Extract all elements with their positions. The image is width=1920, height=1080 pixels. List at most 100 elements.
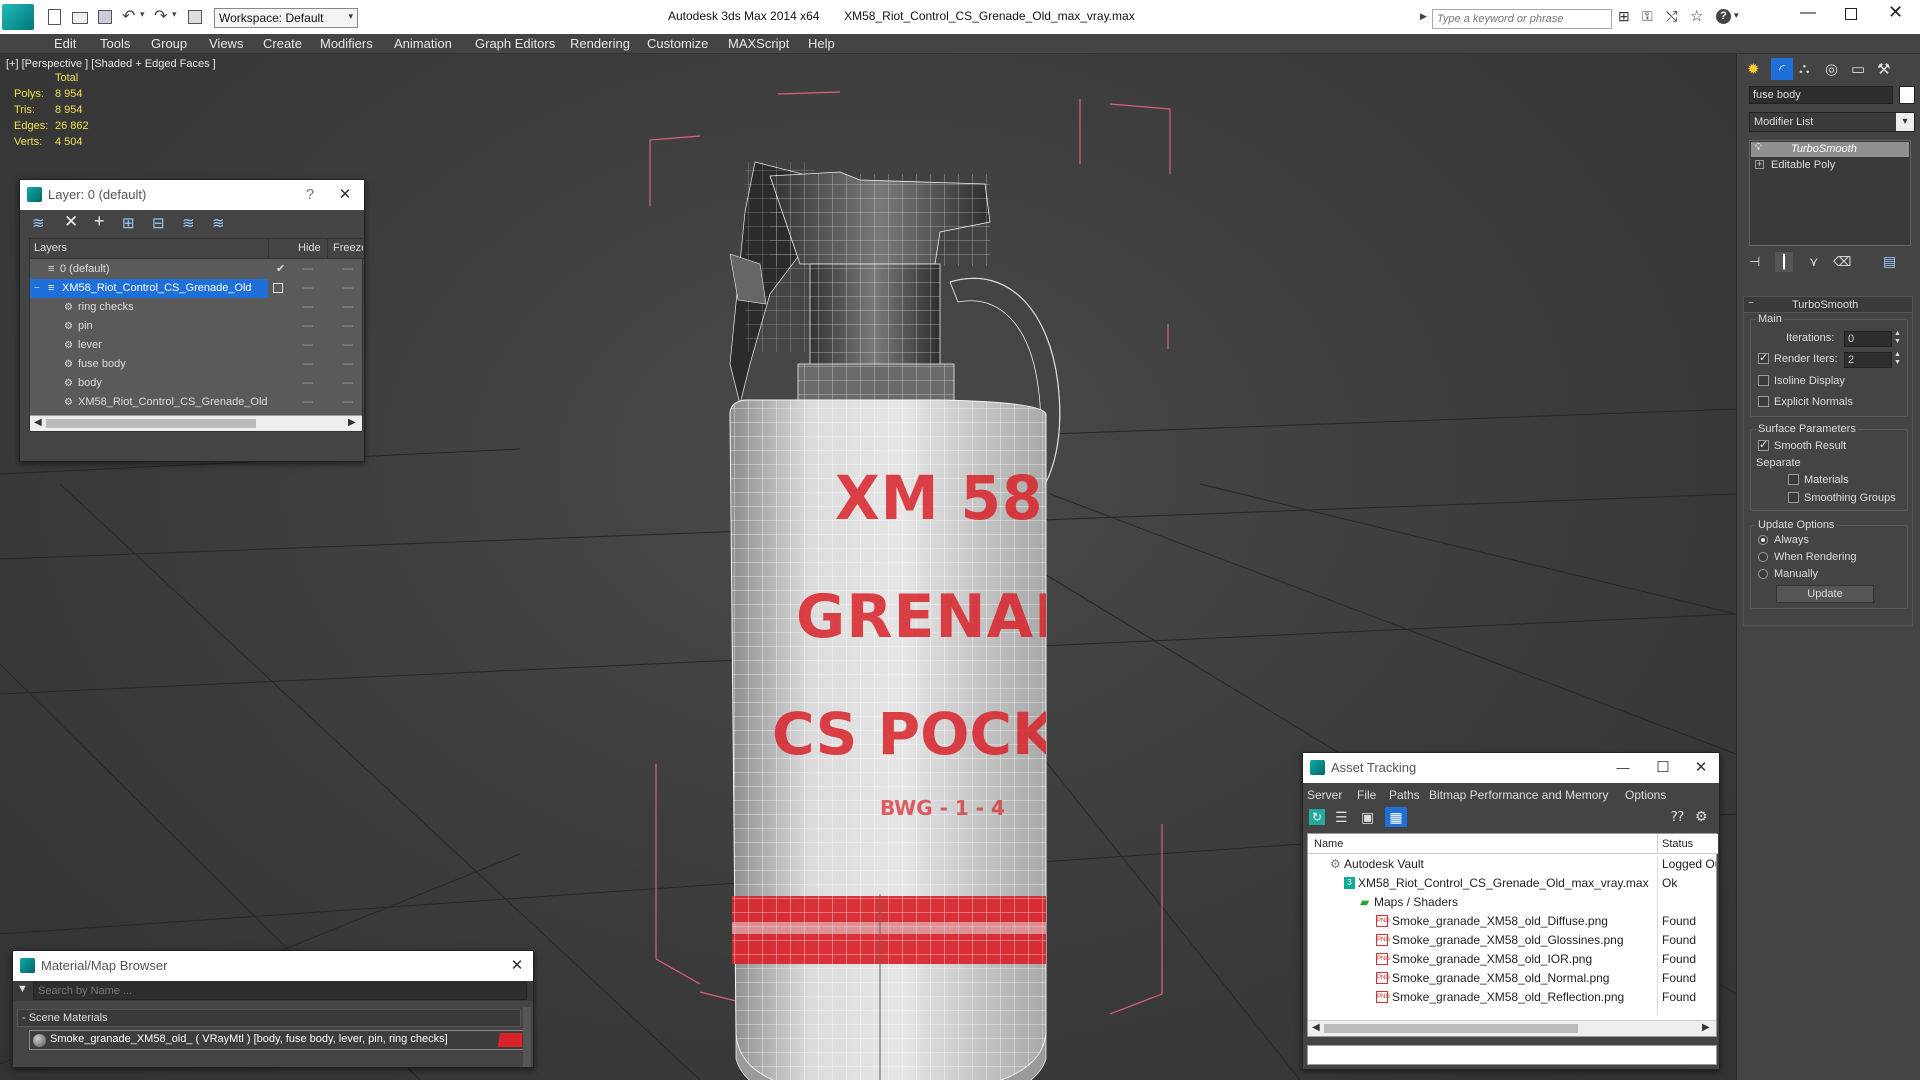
isoline-display-checkbox[interactable] [1758, 375, 1769, 386]
layer-row-selected[interactable]: − ≡ XM58_Riot_Control_CS_Grenade_Old ---… [30, 279, 364, 298]
menu-rendering[interactable]: Rendering [570, 36, 630, 51]
scroll-right-icon[interactable]: ▶ [348, 417, 356, 428]
rollout-header[interactable]: − TurboSmooth [1744, 297, 1912, 313]
menu-tools[interactable]: Tools [100, 36, 130, 51]
thumbnail-view-icon[interactable]: ▣ [1361, 809, 1374, 826]
pin-stack-icon[interactable]: ⊣ [1749, 254, 1760, 270]
viewport-label[interactable]: [+] [Perspective ] [Shaded + Edged Faces… [6, 58, 216, 70]
motion-tab-icon[interactable]: ◎ [1825, 60, 1838, 78]
menu-edit[interactable]: Edit [54, 36, 76, 51]
show-end-result-icon[interactable]: ┃ [1775, 252, 1793, 272]
settings-icon[interactable]: ⚙ [1695, 808, 1708, 825]
separate-smoothing-groups-checkbox[interactable] [1788, 492, 1799, 503]
scene-materials-header[interactable]: - Scene Materials [17, 1009, 521, 1027]
asset-tracking-titlebar[interactable]: Asset Tracking — ☐ ✕ [1303, 753, 1719, 783]
undo-dropdown-icon[interactable]: ▾ [140, 9, 145, 20]
hide-toggle[interactable]: ---- [302, 279, 314, 298]
column-freeze[interactable]: Freeze [333, 242, 363, 254]
create-layer-icon[interactable]: ≋ [32, 214, 45, 232]
freeze-toggle[interactable]: ---- [342, 393, 354, 412]
scroll-left-icon[interactable]: ◀ [34, 417, 42, 428]
configure-sets-icon[interactable]: ▤ [1883, 253, 1896, 270]
close-button[interactable]: ✕ [325, 180, 365, 210]
freeze-toggle[interactable]: ---- [342, 355, 354, 374]
column-layers[interactable]: Layers [34, 242, 67, 254]
vertical-scrollbar[interactable] [523, 1007, 531, 1067]
favorites-star-icon[interactable]: ☆ [1690, 7, 1703, 25]
hide-toggle[interactable]: ---- [302, 298, 314, 317]
undo-icon[interactable]: ↶ [122, 6, 135, 26]
update-when-rendering-radio[interactable] [1758, 552, 1768, 562]
smooth-result-checkbox[interactable] [1758, 438, 1769, 451]
redo-dropdown-icon[interactable]: ▾ [172, 9, 177, 20]
binoculars-icon[interactable]: ⊞ [1618, 8, 1630, 25]
menu-options[interactable]: Options [1625, 788, 1666, 802]
remove-modifier-icon[interactable]: ⌫ [1833, 254, 1851, 270]
hide-toggle[interactable]: ---- [302, 336, 314, 355]
hierarchy-tab-icon[interactable]: ⛬ [1799, 60, 1810, 77]
menu-maxscript[interactable]: MAXScript [728, 36, 789, 51]
create-tab-icon[interactable]: ✹ [1747, 60, 1760, 78]
layer-window-titlebar[interactable]: Layer: 0 (default) ? ✕ [20, 180, 364, 210]
object-row[interactable]: ⚙ ring checks ---- ---- [30, 298, 364, 317]
menu-graph-editors[interactable]: Graph Editors [475, 36, 555, 51]
material-item[interactable]: Smoke_granade_XM58_old_ ( VRayMtl ) [bod… [29, 1030, 525, 1050]
material-search-input[interactable] [33, 982, 527, 1000]
menu-customize[interactable]: Customize [647, 36, 708, 51]
display-tab-icon[interactable]: ▭ [1851, 60, 1865, 78]
new-file-icon[interactable] [48, 9, 61, 25]
update-manually-radio[interactable] [1758, 569, 1768, 579]
close-button[interactable]: ✕ [497, 951, 537, 981]
scroll-left-icon[interactable]: ◀ [1312, 1022, 1320, 1033]
render-iters-checkbox[interactable] [1758, 351, 1769, 364]
freeze-toggle[interactable]: ---- [342, 260, 354, 279]
add-to-layer-icon[interactable]: + [94, 211, 105, 232]
highlight-layer-icon[interactable]: ⊟ [152, 214, 165, 232]
table-view-icon[interactable]: ▦ [1385, 807, 1407, 827]
hide-toggle[interactable]: ---- [302, 374, 314, 393]
redo-icon[interactable]: ↷ [154, 6, 167, 26]
minimize-button[interactable]: — [1603, 753, 1643, 783]
update-button[interactable]: Update [1776, 585, 1874, 603]
horizontal-scrollbar[interactable]: ◀ ▶ [1308, 1020, 1716, 1036]
freeze-toggle[interactable]: ---- [342, 374, 354, 393]
stack-item-turbosmooth[interactable]: 💡︎ TurboSmooth [1751, 142, 1909, 157]
separate-materials-checkbox[interactable] [1788, 474, 1799, 485]
object-row[interactable]: ⚙ lever ---- ---- [30, 336, 364, 355]
update-always-radio[interactable] [1758, 535, 1768, 545]
close-button[interactable]: ✕ [1888, 2, 1903, 23]
object-name-field[interactable] [1749, 86, 1893, 104]
modifier-list-dropdown[interactable]: Modifier List ▾ [1749, 112, 1915, 132]
column-name[interactable]: Name [1314, 838, 1343, 850]
render-iters-spinner[interactable]: 2 [1844, 352, 1892, 368]
freeze-toggle[interactable]: ---- [342, 317, 354, 336]
material-browser-titlebar[interactable]: Material/Map Browser ✕ [13, 951, 533, 981]
set-current-box[interactable] [273, 283, 283, 293]
menu-create[interactable]: Create [263, 36, 302, 51]
freeze-toggle[interactable]: ---- [342, 279, 354, 298]
open-file-icon[interactable] [72, 12, 88, 24]
list-view-icon[interactable]: ☰ [1335, 809, 1348, 826]
menu-bitmap-performance[interactable]: Bitmap Performance and Memory [1429, 788, 1608, 802]
freeze-all-icon[interactable]: ≋ [212, 214, 225, 232]
options-dropdown-icon[interactable]: ▼ [17, 983, 28, 995]
layer-row[interactable]: ≡ 0 (default) ✔ ---- ---- [30, 260, 364, 279]
horizontal-scrollbar[interactable]: ◀ ▶ [30, 415, 362, 431]
explicit-normals-checkbox[interactable] [1758, 396, 1769, 407]
search-collapse-icon[interactable]: ▶ [1420, 11, 1427, 22]
object-row[interactable]: ⚙ body ---- ---- [30, 374, 364, 393]
help-icon[interactable]: ⁇ [1671, 808, 1684, 825]
object-row[interactable]: ⚙ fuse body ---- ---- [30, 355, 364, 374]
minimize-button[interactable]: — [1800, 4, 1816, 22]
hide-all-icon[interactable]: ≋ [182, 214, 195, 232]
save-file-icon[interactable] [98, 10, 112, 24]
expand-icon[interactable]: − [34, 279, 40, 298]
freeze-toggle[interactable]: ---- [342, 298, 354, 317]
search-input[interactable] [1432, 9, 1612, 29]
object-color-swatch[interactable] [1899, 86, 1915, 104]
menu-paths[interactable]: Paths [1389, 788, 1420, 802]
help-button[interactable]: ? [290, 180, 330, 210]
object-row[interactable]: ⚙ pin ---- ---- [30, 317, 364, 336]
menu-file[interactable]: File [1357, 788, 1376, 802]
hide-toggle[interactable]: ---- [302, 260, 314, 279]
